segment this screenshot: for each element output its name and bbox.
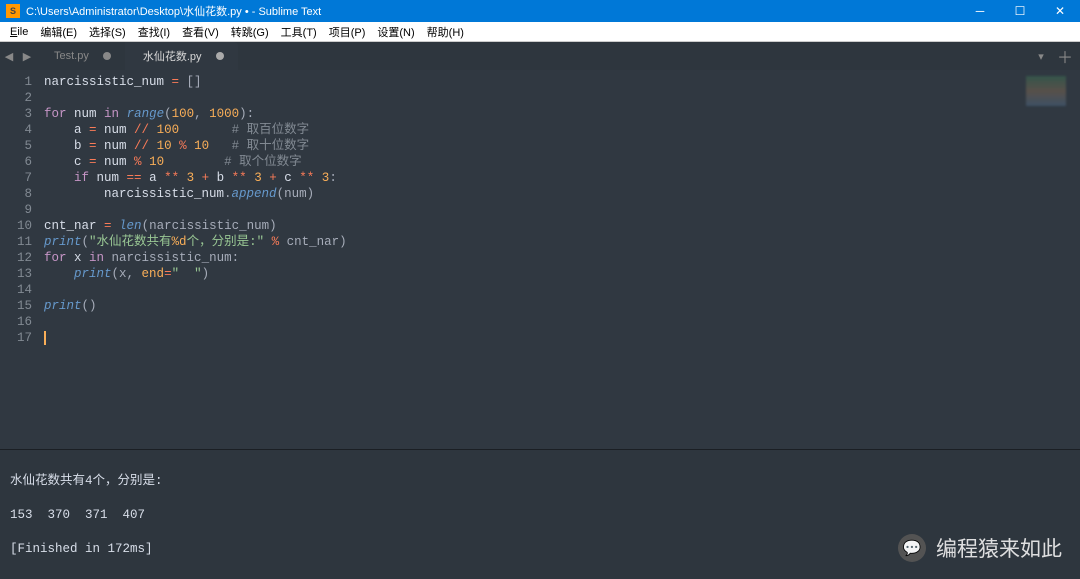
dirty-indicator-icon xyxy=(216,52,224,60)
menu-select[interactable]: 选择(S) xyxy=(83,22,132,42)
menu-view[interactable]: 查看(V) xyxy=(176,22,225,42)
app-icon: S xyxy=(6,4,20,18)
line-gutter: 123456 789101112 1314151617 xyxy=(0,70,44,449)
window-title: C:\Users\Administrator\Desktop\水仙花数.py •… xyxy=(26,3,960,19)
editor-area: 123456 789101112 1314151617 narcissistic… xyxy=(0,70,1080,449)
wechat-icon: 💬 xyxy=(898,534,926,562)
watermark-text: 编程猿来如此 xyxy=(936,533,1062,563)
window-controls: ─ ☐ ✕ xyxy=(960,0,1080,22)
menu-find[interactable]: 查找(I) xyxy=(132,22,176,42)
tab-prev-button[interactable]: ◀ xyxy=(0,42,18,70)
tab-label: 水仙花数.py xyxy=(143,48,202,64)
watermark: 💬 编程猿来如此 xyxy=(898,533,1062,563)
menu-help[interactable]: 帮助(H) xyxy=(421,22,470,42)
code-editor[interactable]: narcissistic_num = [] for num in range(1… xyxy=(44,70,1010,449)
tab-narcissus-py[interactable]: 水仙花数.py xyxy=(125,42,238,70)
titlebar: S C:\Users\Administrator\Desktop\水仙花数.py… xyxy=(0,0,1080,22)
close-button[interactable]: ✕ xyxy=(1040,0,1080,22)
menu-tools[interactable]: 工具(T) xyxy=(275,22,323,42)
menu-file[interactable]: Eile xyxy=(4,24,34,40)
output-line: 水仙花数共有4个，分别是: xyxy=(10,473,1070,490)
dirty-indicator-icon xyxy=(103,52,111,60)
menu-goto[interactable]: 转跳(G) xyxy=(225,22,275,42)
output-line: 153 370 371 407 xyxy=(10,507,1070,524)
minimap-content xyxy=(1026,76,1066,106)
maximize-button[interactable]: ☐ xyxy=(1000,0,1040,22)
new-tab-button[interactable]: ＋ xyxy=(1050,42,1080,70)
menubar: Eile 编辑(E) 选择(S) 查找(I) 查看(V) 转跳(G) 工具(T)… xyxy=(0,22,1080,42)
tab-label: Test.py xyxy=(54,50,89,62)
tabbar: ◀ ▶ Test.py 水仙花数.py ▾ ＋ xyxy=(0,42,1080,70)
tab-next-button[interactable]: ▶ xyxy=(18,42,36,70)
menu-settings[interactable]: 设置(N) xyxy=(371,22,420,42)
tab-test-py[interactable]: Test.py xyxy=(36,42,125,70)
minimize-button[interactable]: ─ xyxy=(960,0,1000,22)
menu-edit[interactable]: 编辑(E) xyxy=(34,22,83,42)
tab-dropdown-button[interactable]: ▾ xyxy=(1032,42,1050,70)
menu-project[interactable]: 项目(P) xyxy=(323,22,372,42)
minimap[interactable] xyxy=(1010,70,1080,449)
cursor-icon xyxy=(44,331,46,345)
